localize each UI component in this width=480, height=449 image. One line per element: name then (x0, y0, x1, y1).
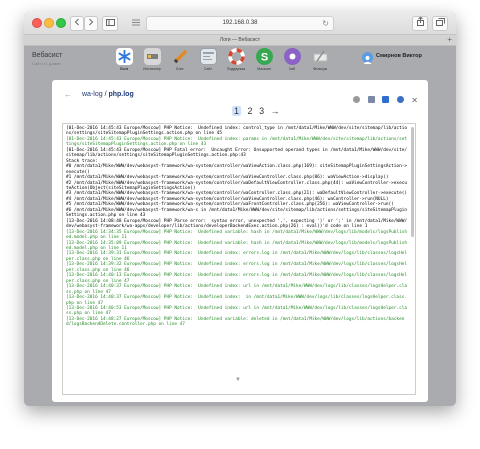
next-page-arrow[interactable]: → (271, 106, 280, 116)
log-line: #5 /mnt/data1/Mike/WWW/dev/webasyst-fram… (66, 202, 394, 208)
log-line: [01-Dec-2016 14:45:43 Europe/Moscow] PHP… (66, 126, 407, 137)
app-label: Поддержка (226, 67, 246, 71)
app-label: Магазин (257, 67, 271, 71)
site-subtitle[interactable]: Сайт и 1 домен (32, 61, 61, 66)
app-shop[interactable]: S Магазин (252, 48, 276, 76)
back-nav-button[interactable] (70, 16, 84, 31)
tabs-icon (435, 18, 445, 26)
breadcrumb: wa-log / php.log (82, 91, 134, 98)
log-viewer[interactable]: [01-Dec-2016 14:45:43 Europe/Moscow] PHP… (62, 123, 416, 395)
filter-icon (312, 48, 329, 65)
app-label: Хаб (288, 67, 296, 71)
reader-lines-icon (132, 19, 140, 26)
log-line: [13-Dec-2016 14:34:35 Europe/Moscow] PHP… (66, 229, 407, 241)
log-line: #2 /mnt/data1/Mike/WWW/dev/webasyst-fram… (66, 180, 407, 191)
sidebar-toggle-button[interactable] (102, 16, 118, 31)
app-label: Сайт (203, 67, 213, 71)
app-hub[interactable]: Хаб (280, 48, 304, 76)
forward-nav-button[interactable] (84, 16, 98, 31)
page-1[interactable]: 1 (232, 106, 242, 116)
close-window-button[interactable] (32, 18, 42, 28)
browser-window: 192.168.0.38 ↻ Логи — Вебасист + Вебасис… (24, 12, 456, 406)
log-line: [13-Dec-2016 14:08:48 Europe/Moscow] PHP… (66, 218, 407, 230)
share-button[interactable] (412, 16, 428, 31)
reload-icon[interactable]: ↻ (322, 17, 329, 30)
back-arrow-icon[interactable]: ← (64, 90, 72, 99)
svg-text:S: S (260, 52, 267, 64)
settings-icon[interactable] (353, 96, 361, 103)
app-logs[interactable]: Логи (112, 48, 136, 76)
app-label: Блог (176, 67, 184, 71)
chevron-right-icon (89, 18, 94, 26)
log-line: [01-Dec-2016 14:45:43 Europe/Moscow] PHP… (66, 147, 407, 159)
app-label: Инсталлер (143, 67, 161, 71)
avatar[interactable] (362, 52, 373, 64)
app-site[interactable]: Сайт (196, 48, 220, 76)
share-icon[interactable] (396, 96, 404, 103)
log-line: [13-Dec-2016 14:40:37 Europe/Moscow] PHP… (66, 284, 407, 295)
lifebuoy-icon (227, 48, 245, 65)
installer-icon (143, 48, 161, 65)
log-line: #6 /mnt/data1/Mike/WWW/dev/webasyst-fram… (66, 207, 407, 219)
tab-bar: Логи — Вебасист + (24, 35, 456, 46)
hub-icon (283, 48, 301, 65)
user-name[interactable]: Смирнов Виктор (376, 53, 422, 59)
active-tab-title[interactable]: Логи — Вебасист (220, 37, 260, 43)
log-panel: ← wa-log / php.log ✕ 1 2 3 → [01-Dec-201… (52, 80, 428, 402)
site-title[interactable]: Вебасист (32, 52, 62, 59)
log-line: [01-Dec-2016 14:45:43 Europe/Moscow] PHP… (66, 136, 407, 148)
address-bar[interactable]: 192.168.0.38 ↻ (146, 16, 334, 31)
sidebar-icon (105, 19, 115, 26)
page-2[interactable]: 2 (248, 106, 253, 116)
log-line: [13-Dec-2016 14:48:27 Europe/Moscow] PHP… (66, 316, 405, 328)
share-icon (416, 16, 424, 26)
chevron-left-icon (74, 18, 79, 26)
app-installer[interactable]: Инсталлер (140, 48, 164, 76)
snowflake-icon (115, 48, 133, 65)
chevron-down-icon[interactable]: ▼ (235, 377, 241, 383)
log-line: [13-Dec-2016 14:40:53 Europe/Moscow] PHP… (66, 305, 407, 317)
pagination: 1 2 3 → (232, 106, 284, 116)
minimize-window-button[interactable] (44, 18, 54, 28)
shop-icon: S (255, 48, 273, 65)
scrollbar[interactable] (411, 127, 414, 237)
pencil-icon (172, 48, 189, 65)
log-line: [13-Dec-2016 14:39:32 Europe/Moscow] PHP… (66, 262, 407, 273)
file-actions: ✕ (350, 90, 418, 105)
new-tab-button[interactable]: + (447, 35, 452, 45)
app-label: Логи (119, 67, 129, 71)
breadcrumb-file: php.log (108, 91, 134, 98)
breadcrumb-root[interactable]: wa-log (82, 91, 103, 98)
site-icon (199, 48, 217, 65)
browser-toolbar: 192.168.0.38 ↻ (24, 12, 456, 35)
app-header: Вебасист Сайт и 1 домен Логи Инсталлер Б… (24, 46, 456, 76)
user-menu[interactable]: Смирнов Виктор (362, 52, 442, 64)
address-url: 192.168.0.38 (222, 20, 258, 26)
log-line: [13-Dec-2016 14:40:37 Europe/Moscow] PHP… (66, 295, 407, 306)
app-filters[interactable]: Фильтры (308, 48, 332, 76)
zoom-window-button[interactable] (56, 18, 66, 28)
log-line: [13-Dec-2016 14:39:31 Europe/Moscow] PHP… (66, 251, 407, 262)
close-icon[interactable]: ✕ (411, 97, 418, 105)
app-blog[interactable]: Блог (168, 48, 192, 76)
app-support[interactable]: Поддержка (224, 48, 248, 76)
app-label: Фильтры (312, 67, 328, 71)
document-icon[interactable] (367, 96, 375, 103)
reader-button[interactable] (128, 16, 144, 31)
log-line: [13-Dec-2016 14:40:13 Europe/Moscow] PHP… (66, 273, 407, 284)
log-line: [13-Dec-2016 14:35:09 Europe/Moscow] PHP… (66, 240, 407, 251)
log-line: #0 /mnt/data1/Mike/WWW/dev/webasyst-fram… (66, 164, 407, 175)
log-line: #1 /mnt/data1/Mike/WWW/dev/webasyst-fram… (66, 175, 389, 181)
page-3[interactable]: 3 (259, 106, 264, 116)
tabs-overview-button[interactable] (432, 16, 448, 31)
download-icon[interactable] (382, 96, 390, 103)
log-content: [01-Dec-2016 14:45:43 Europe/Moscow] PHP… (66, 126, 407, 328)
